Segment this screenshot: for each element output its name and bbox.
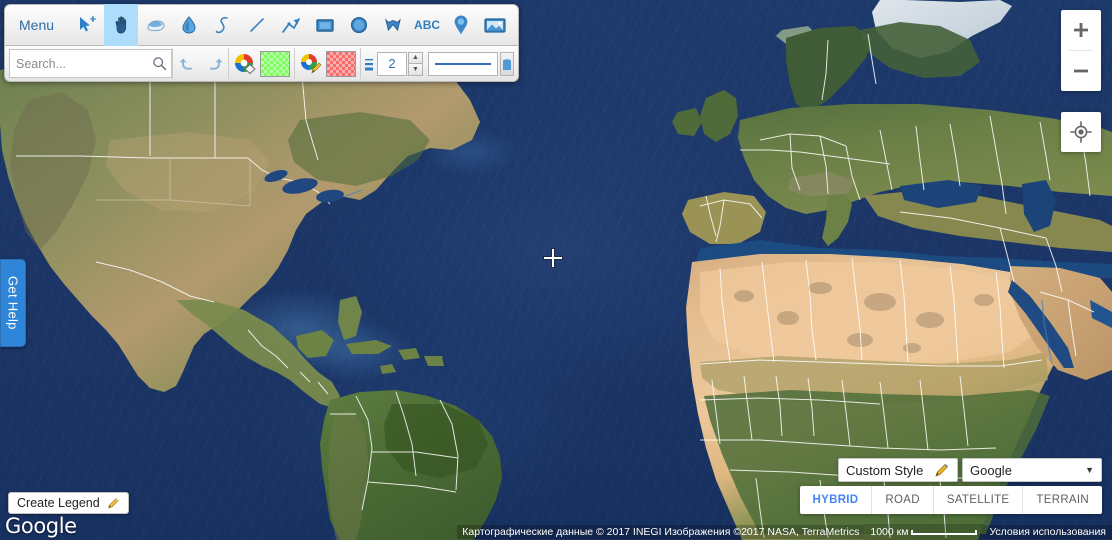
style-controls-row: Custom Style Google ▼	[838, 458, 1102, 482]
zoom-out-button[interactable]	[1061, 51, 1101, 91]
map-type-satellite-label: SATELLITE	[946, 494, 1010, 506]
search-icon[interactable]	[152, 56, 167, 71]
get-help-label: Get Help	[5, 276, 21, 330]
fill-color-picker-button[interactable]	[231, 46, 258, 81]
map-application: Menu ABC Search... 2 ▲ ▼ Get Help Create…	[0, 0, 1112, 540]
line-icon	[250, 18, 264, 32]
circle-tool[interactable]	[342, 4, 376, 46]
line-style-dropdown-button[interactable]	[500, 51, 514, 76]
my-location-button[interactable]	[1061, 112, 1101, 152]
image-tool[interactable]	[478, 4, 512, 46]
create-legend-button[interactable]: Create Legend	[8, 492, 129, 514]
map-type-road[interactable]: ROAD	[872, 486, 934, 514]
map-type-road-label: ROAD	[885, 494, 920, 506]
map-provider-select[interactable]: Google ▼	[962, 458, 1102, 482]
curve-icon	[215, 17, 228, 34]
select-move-tool[interactable]	[70, 4, 104, 46]
line-width-group: 2 ▲ ▼	[361, 46, 517, 81]
toolbar-properties-row: 2 ▲ ▼	[4, 46, 520, 82]
eraser-icon	[147, 20, 165, 32]
circle-icon	[350, 16, 368, 34]
map-type-tabs: HYBRID ROAD SATELLITE TERRAIN	[799, 486, 1102, 514]
redo-button[interactable]	[201, 46, 228, 81]
polygon-tool[interactable]	[376, 4, 410, 46]
minus-icon	[1074, 69, 1088, 73]
redo-icon	[209, 58, 222, 70]
zoom-in-button[interactable]	[1061, 10, 1101, 50]
custom-style-button[interactable]: Custom Style	[838, 458, 958, 482]
chevron-down-icon: ▼	[1085, 465, 1094, 475]
map-type-hybrid[interactable]: HYBRID	[800, 486, 873, 514]
abc-text-icon: ABC	[414, 18, 441, 32]
zoom-controls	[1061, 10, 1101, 91]
map-type-terrain-label: TERRAIN	[1036, 494, 1089, 506]
fill-color-group	[229, 46, 294, 81]
create-legend-label: Create Legend	[17, 496, 100, 510]
arrow-path-icon	[282, 18, 300, 33]
text-tool[interactable]: ABC	[410, 4, 444, 46]
line-weight-icon	[365, 58, 373, 70]
polygon-icon	[385, 18, 401, 32]
rectangle-tool[interactable]	[308, 4, 342, 46]
menu-label: Menu	[19, 17, 55, 33]
stroke-color-group	[295, 46, 360, 81]
hand-icon	[115, 16, 127, 34]
pencil-icon	[107, 497, 119, 509]
arrow-polyline-tool[interactable]	[274, 4, 308, 46]
pan-tool[interactable]	[104, 4, 139, 46]
dropdown-tab-icon	[503, 58, 511, 70]
paint-bucket-tool[interactable]	[172, 4, 206, 46]
stroke-color-swatch[interactable]	[326, 50, 356, 77]
color-wheel-pencil-icon	[300, 53, 321, 74]
custom-style-label: Custom Style	[846, 462, 924, 478]
map-type-terrain[interactable]: TERRAIN	[1023, 486, 1102, 514]
pencil-icon	[935, 463, 949, 477]
cursor-move-icon	[80, 16, 97, 32]
undo-button[interactable]	[173, 46, 200, 81]
marker-tool[interactable]	[444, 4, 478, 46]
image-icon	[484, 18, 506, 33]
eraser-tool[interactable]	[138, 4, 172, 46]
stroke-color-picker-button[interactable]	[297, 46, 324, 81]
my-location-icon	[1070, 121, 1092, 143]
toolbar-tools-row: Menu ABC	[4, 4, 520, 46]
drawing-toolbar: Menu ABC Search... 2 ▲ ▼	[4, 4, 520, 82]
map-type-satellite[interactable]: SATELLITE	[934, 486, 1024, 514]
fill-color-swatch[interactable]	[260, 50, 290, 77]
line-width-increment[interactable]: ▲	[408, 51, 423, 64]
freehand-curve-tool[interactable]	[206, 4, 240, 46]
line-width-decrement[interactable]: ▼	[408, 63, 423, 76]
map-provider-label: Google	[970, 462, 1012, 478]
get-help-tab[interactable]: Get Help	[0, 259, 26, 347]
search-input[interactable]	[16, 56, 152, 71]
terms-of-use-link[interactable]: Условия использования	[983, 525, 1112, 539]
line-style-preview[interactable]	[428, 51, 498, 76]
plus-icon	[1074, 23, 1088, 37]
color-wheel-bucket-icon	[234, 53, 256, 74]
history-group	[173, 46, 228, 81]
line-width-stepper[interactable]: ▲ ▼	[408, 51, 423, 76]
rectangle-icon	[316, 19, 334, 32]
map-type-hybrid-label: HYBRID	[812, 494, 859, 506]
menu-button[interactable]: Menu	[5, 5, 70, 45]
search-box[interactable]	[9, 49, 172, 78]
map-pin-icon	[454, 15, 468, 35]
undo-icon	[179, 58, 192, 70]
paint-drop-icon	[182, 16, 196, 34]
line-tool[interactable]	[240, 4, 274, 46]
line-width-value[interactable]: 2	[377, 51, 407, 76]
